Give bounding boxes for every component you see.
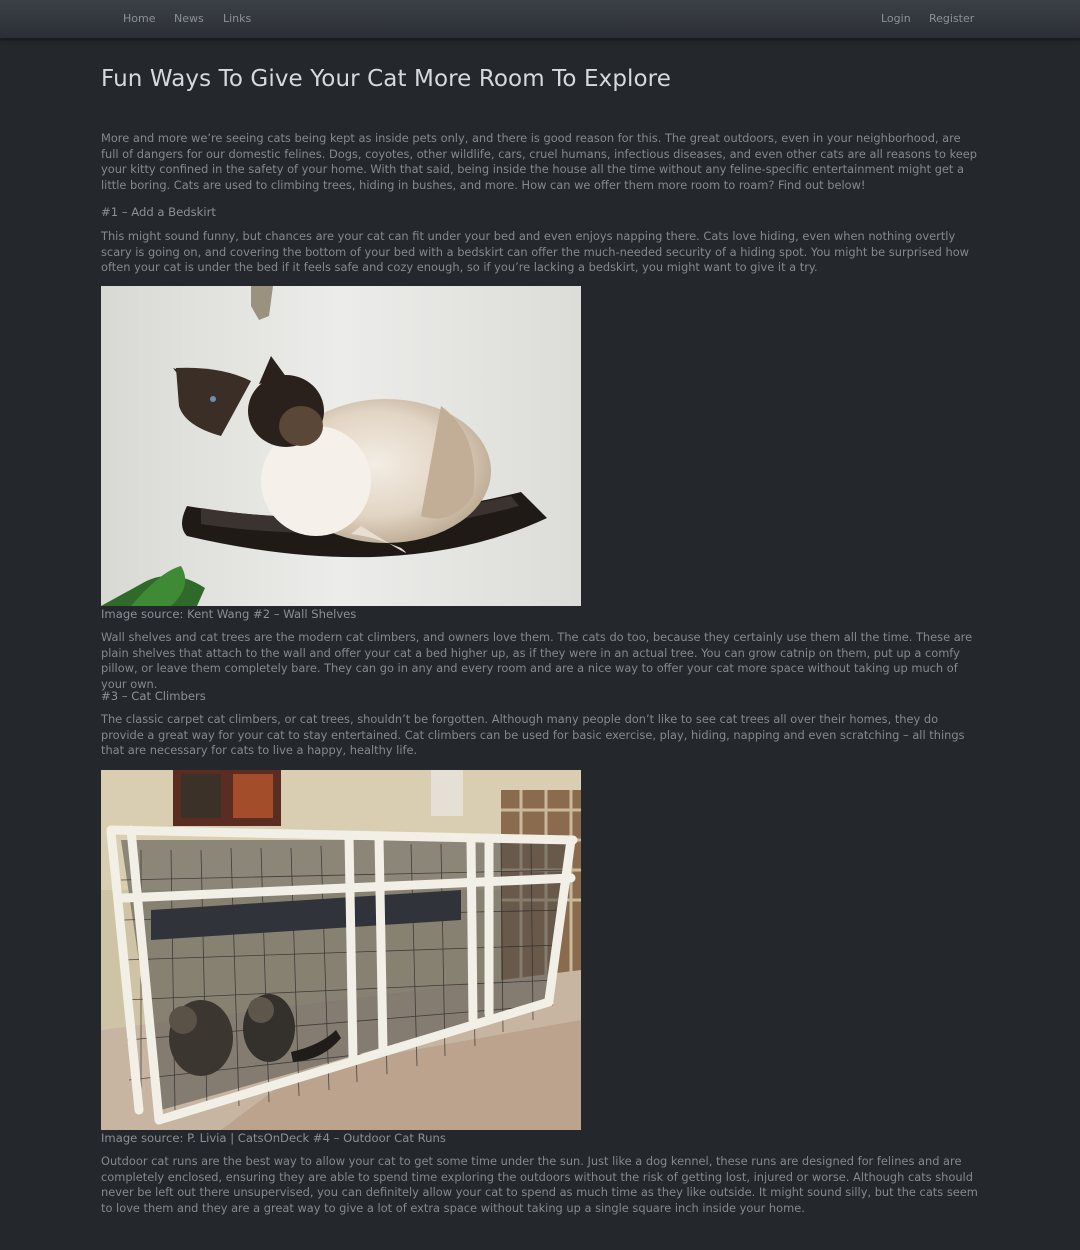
top-navbar: Home News Links Login Register [0,0,1080,39]
section-heading-bedskirt: #1 – Add a Bedskirt [101,205,216,219]
cat-on-wall-shelf-photo [101,286,581,606]
section-text-wall-shelves: Wall shelves and cat trees are the moder… [101,630,973,692]
section-text-outdoor-runs: Outdoor cat runs are the best way to all… [101,1154,978,1216]
image-caption-2: Image source: P. Livia | CatsOnDeck #4 –… [101,1131,446,1145]
image-caption-1: Image source: Kent Wang #2 – Wall Shelve… [101,607,357,621]
article-intro: More and more we’re seeing cats being ke… [101,131,978,193]
nav-home-link[interactable]: Home [123,12,155,25]
section-text-cat-climbers: The classic carpet cat climbers, or cat … [101,712,965,758]
section-heading-cat-climbers: #3 – Cat Climbers [101,689,206,703]
nav-links-link[interactable]: Links [223,12,251,25]
nav-register-link[interactable]: Register [929,12,974,25]
outdoor-cat-run-photo [101,770,581,1130]
nav-login-link[interactable]: Login [881,12,911,25]
nav-news-link[interactable]: News [174,12,204,25]
section-text-bedskirt: This might sound funny, but chances are … [101,229,970,275]
article-title: Fun Ways To Give Your Cat More Room To E… [101,66,671,92]
